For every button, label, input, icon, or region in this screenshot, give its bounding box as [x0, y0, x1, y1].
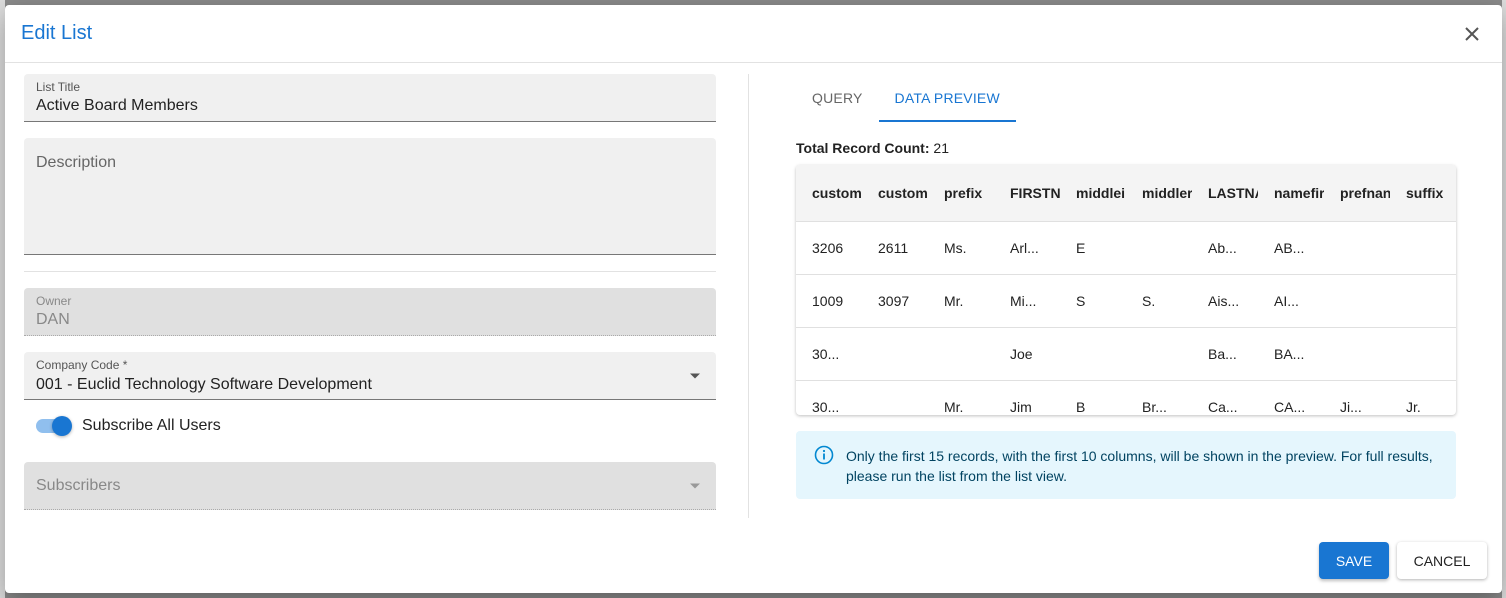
form-divider — [24, 271, 716, 272]
chevron-down-icon — [690, 373, 700, 378]
owner-label: Owner — [36, 294, 72, 308]
toggle-thumb — [52, 416, 72, 436]
preview-column: QUERY DATA PREVIEW Total Record Count: 2… — [796, 74, 1456, 499]
close-icon — [1465, 27, 1479, 41]
table-cell — [1126, 220, 1192, 274]
column-header: namefir — [1258, 165, 1324, 221]
table-cell: S — [1060, 273, 1126, 327]
table-row: 1009 3097 Mr. Mi... S S. Ais... AI... — [796, 273, 1456, 327]
table-cell: Arl... — [994, 220, 1060, 274]
list-title-value: Active Board Members — [36, 97, 198, 114]
table-cell: Jim — [994, 379, 1060, 415]
info-message: Only the first 15 records, with the firs… — [846, 448, 1433, 484]
table-cell: Ais... — [1192, 273, 1258, 327]
company-code-select[interactable]: Company Code * 001 - Euclid Technology S… — [24, 352, 716, 400]
table-cell — [928, 326, 994, 380]
column-header: suffix — [1390, 165, 1456, 221]
column-separator — [748, 74, 749, 518]
column-header: middler — [1126, 165, 1192, 221]
cancel-button[interactable]: CANCEL — [1397, 542, 1487, 579]
column-header: prefnan — [1324, 165, 1390, 221]
table-cell — [1324, 326, 1390, 380]
table-cell: Mi... — [994, 273, 1060, 327]
table-cell — [1390, 273, 1456, 327]
table-row: 30... Joe Ba... BA... — [796, 326, 1456, 380]
table-row: 30... Mr. Jim B Br... Ca... CA... Ji... … — [796, 379, 1456, 415]
record-count-value: 21 — [933, 140, 949, 156]
record-count-label: Total Record Count: — [796, 140, 930, 156]
save-button[interactable]: SAVE — [1319, 542, 1389, 579]
chevron-down-icon — [690, 483, 700, 488]
table-cell — [1126, 326, 1192, 380]
table-cell — [1324, 220, 1390, 274]
table-cell: AB... — [1258, 220, 1324, 274]
form-column: List Title Active Board Members Descript… — [24, 74, 716, 510]
table-cell: CA... — [1258, 379, 1324, 415]
close-button[interactable] — [1460, 22, 1484, 46]
table-cell: Mr. — [928, 273, 994, 327]
table-cell: 30... — [796, 379, 862, 415]
subscribe-all-label: Subscribe All Users — [82, 417, 221, 434]
owner-field: Owner DAN — [24, 288, 716, 336]
table-cell: E — [1060, 220, 1126, 274]
subscribers-placeholder: Subscribers — [36, 477, 121, 494]
table-header-row: custom custom prefix FIRSTN middlei midd… — [796, 165, 1456, 221]
table-cell: Ms. — [928, 220, 994, 274]
subscribe-all-row: Subscribe All Users — [24, 406, 716, 446]
subscribe-all-toggle[interactable] — [36, 416, 72, 436]
preview-table-container[interactable]: custom custom prefix FIRSTN middlei midd… — [796, 165, 1456, 415]
description-placeholder: Description — [36, 154, 117, 171]
info-icon — [814, 445, 834, 465]
dialog-title: Edit List — [21, 22, 93, 44]
subscribers-select: Subscribers — [24, 462, 716, 510]
table-cell: Ji... — [1324, 379, 1390, 415]
table-cell: Ba... — [1192, 326, 1258, 380]
tab-bar: QUERY DATA PREVIEW — [796, 74, 1456, 122]
list-title-field[interactable]: List Title Active Board Members — [24, 74, 716, 122]
column-header: custom — [862, 165, 928, 221]
table-cell — [1060, 326, 1126, 380]
owner-value: DAN — [36, 311, 70, 328]
table-cell: 3097 — [862, 273, 928, 327]
table-cell: 30... — [796, 326, 862, 380]
table-cell: Joe — [994, 326, 1060, 380]
table-row: 3206 2611 Ms. Arl... E Ab... AB... — [796, 220, 1456, 274]
table-cell: AI... — [1258, 273, 1324, 327]
table-cell — [1324, 273, 1390, 327]
table-cell — [1390, 220, 1456, 274]
tab-query[interactable]: QUERY — [796, 74, 879, 122]
background-page-right — [1502, 0, 1506, 598]
table-cell: B — [1060, 379, 1126, 415]
table-cell: Jr. — [1390, 379, 1456, 415]
dialog-header: Edit List — [5, 5, 1502, 63]
table-cell: Mr. — [928, 379, 994, 415]
description-field[interactable]: Description — [24, 138, 716, 255]
company-code-value: 001 - Euclid Technology Software Develop… — [36, 376, 372, 393]
list-title-label: List Title — [36, 80, 81, 94]
column-header: LASTNA — [1192, 165, 1258, 221]
preview-table: custom custom prefix FIRSTN middlei midd… — [796, 165, 1456, 415]
table-cell: 1009 — [796, 273, 862, 327]
table-cell — [862, 379, 928, 415]
column-header: prefix — [928, 165, 994, 221]
column-header: middlei — [1060, 165, 1126, 221]
table-cell: BA... — [1258, 326, 1324, 380]
column-header: custom — [796, 165, 862, 221]
total-record-count: Total Record Count: 21 — [796, 140, 1456, 158]
table-cell: Br... — [1126, 379, 1192, 415]
table-cell: 2611 — [862, 220, 928, 274]
preview-info-alert: Only the first 15 records, with the firs… — [796, 431, 1456, 499]
company-code-label: Company Code * — [36, 358, 128, 372]
table-cell — [1390, 326, 1456, 380]
table-cell — [862, 326, 928, 380]
table-cell: Ca... — [1192, 379, 1258, 415]
column-header: FIRSTN — [994, 165, 1060, 221]
table-cell: S. — [1126, 273, 1192, 327]
table-cell: 3206 — [796, 220, 862, 274]
tab-data-preview[interactable]: DATA PREVIEW — [878, 74, 1017, 122]
table-cell: Ab... — [1192, 220, 1258, 274]
